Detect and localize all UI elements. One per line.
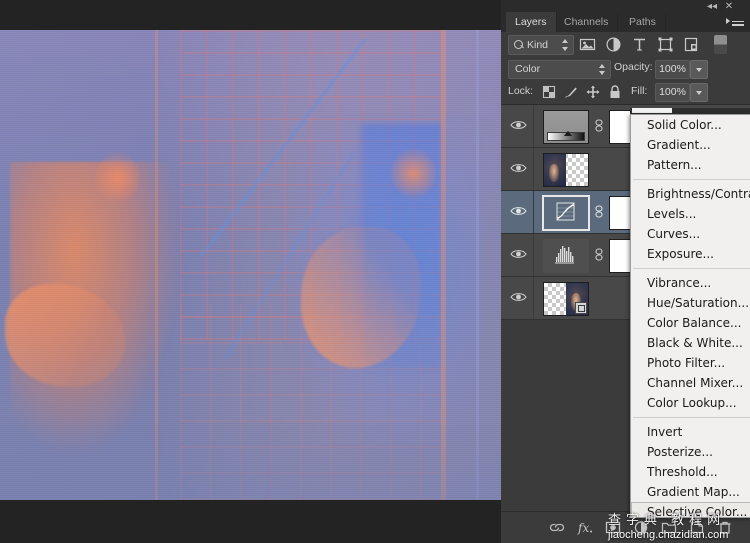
menu-item-vibrance[interactable]: Vibrance... <box>631 273 750 293</box>
menu-item-posterize[interactable]: Posterize... <box>631 442 750 462</box>
type-layer-filter-icon[interactable] <box>631 36 648 53</box>
layer-filter-row: Kind <box>501 32 750 58</box>
layer-thumbnail[interactable] <box>543 110 589 144</box>
filter-toggle-switch[interactable] <box>714 35 727 54</box>
opacity-label: Opacity: <box>614 61 653 73</box>
link-layers-icon[interactable] <box>548 519 566 536</box>
menu-item-hue-saturation[interactable]: Hue/Saturation... <box>631 293 750 313</box>
lock-row: Lock: Fill: 100% <box>501 80 750 105</box>
new-adjustment-layer-icon[interactable] <box>632 519 650 536</box>
mask-link-icon[interactable] <box>594 119 604 132</box>
opacity-dropdown-arrow[interactable] <box>690 60 708 79</box>
column-divider <box>533 277 534 319</box>
smart-object-badge-icon <box>575 302 587 314</box>
column-divider <box>533 191 534 233</box>
lock-image-pixels-icon[interactable] <box>563 84 579 100</box>
blend-mode-row: Color Opacity: 100% <box>501 57 750 80</box>
menu-item-pattern[interactable]: Pattern... <box>631 155 750 175</box>
panel-tab-strip: Layers Channels Paths <box>501 12 750 32</box>
document-area <box>0 0 501 542</box>
menu-item-brightness-contrast[interactable]: Brightness/Contrast... <box>631 184 750 204</box>
column-divider <box>533 234 534 276</box>
menu-item-solid-color[interactable]: Solid Color... <box>631 115 750 135</box>
pixel-layer-filter-icon[interactable] <box>579 36 596 53</box>
menu-item-color-lookup[interactable]: Color Lookup... <box>631 393 750 413</box>
layer-thumbnail[interactable] <box>543 282 589 316</box>
smart-object-filter-icon[interactable] <box>683 36 700 53</box>
eye-icon[interactable] <box>510 205 527 217</box>
filter-kind-select[interactable]: Kind <box>508 35 574 55</box>
menu-item-black-and-white[interactable]: Black & White... <box>631 333 750 353</box>
fill-input[interactable]: 100% <box>655 83 690 102</box>
new-group-icon[interactable] <box>660 519 678 536</box>
menu-separator <box>633 417 750 418</box>
eye-icon[interactable] <box>510 119 527 131</box>
lock-position-icon[interactable] <box>585 84 601 100</box>
menu-item-exposure[interactable]: Exposure... <box>631 244 750 264</box>
add-layer-style-icon[interactable]: fx <box>576 519 594 536</box>
photoshop-window: ◂◂ ✕ Layers Channels Paths Kind Color Op… <box>0 0 750 543</box>
image-canvas[interactable] <box>0 30 501 500</box>
lock-label: Lock: <box>508 85 534 97</box>
search-icon <box>514 40 523 49</box>
blend-mode-stepper[interactable] <box>599 64 606 75</box>
mask-link-icon[interactable] <box>594 205 604 218</box>
column-divider <box>533 105 534 147</box>
tab-paths[interactable]: Paths <box>620 12 666 32</box>
tab-channels[interactable]: Channels <box>555 12 619 32</box>
blend-mode-select[interactable]: Color <box>508 60 611 79</box>
menu-item-color-balance[interactable]: Color Balance... <box>631 313 750 333</box>
panel-title-bar: ◂◂ ✕ <box>501 0 750 12</box>
lock-transparent-pixels-icon[interactable] <box>541 84 557 100</box>
opacity-input[interactable]: 100% <box>655 60 690 79</box>
shape-layer-filter-icon[interactable] <box>657 36 674 53</box>
menu-item-curves[interactable]: Curves... <box>631 224 750 244</box>
photo-grain-overlay <box>0 30 501 500</box>
add-layer-mask-icon[interactable] <box>604 519 622 536</box>
adjustment-layer-menu[interactable]: Solid Color... Gradient... Pattern... Br… <box>630 114 750 518</box>
canvas-photo <box>0 30 501 500</box>
column-divider <box>533 148 534 190</box>
menu-separator <box>633 179 750 180</box>
fill-dropdown-arrow[interactable] <box>690 83 708 102</box>
menu-item-photo-filter[interactable]: Photo Filter... <box>631 353 750 373</box>
tab-layers[interactable]: Layers <box>506 12 557 32</box>
layer-thumbnail[interactable] <box>543 153 589 187</box>
blend-mode-value: Color <box>515 63 541 75</box>
fill-label: Fill: <box>631 85 648 97</box>
adjustment-layer-filter-icon[interactable] <box>605 36 622 53</box>
menu-item-gradient-map[interactable]: Gradient Map... <box>631 482 750 502</box>
menu-item-selective-color[interactable]: Selective Color... <box>631 502 750 517</box>
new-layer-icon[interactable] <box>688 519 706 536</box>
lock-all-icon[interactable] <box>607 84 623 100</box>
menu-item-levels[interactable]: Levels... <box>631 204 750 224</box>
menu-item-channel-mixer[interactable]: Channel Mixer... <box>631 373 750 393</box>
collapse-panel-icon[interactable]: ◂◂ <box>706 1 718 12</box>
eye-icon[interactable] <box>510 248 527 260</box>
filter-kind-stepper[interactable] <box>562 39 569 51</box>
menu-item-gradient[interactable]: Gradient... <box>631 135 750 155</box>
delete-layer-icon[interactable] <box>716 519 734 536</box>
eye-icon[interactable] <box>510 291 527 303</box>
layer-thumbnail[interactable] <box>543 239 589 273</box>
menu-item-invert[interactable]: Invert <box>631 422 750 442</box>
panel-menu-icon[interactable] <box>726 15 744 28</box>
layer-thumbnail[interactable] <box>542 195 590 231</box>
eye-icon[interactable] <box>510 162 527 174</box>
menu-separator <box>633 268 750 269</box>
close-icon[interactable]: ✕ <box>723 1 735 12</box>
filter-kind-label: Kind <box>527 39 549 51</box>
svg-text:fx: fx <box>577 521 589 535</box>
menu-item-threshold[interactable]: Threshold... <box>631 462 750 482</box>
mask-link-icon[interactable] <box>594 248 604 261</box>
